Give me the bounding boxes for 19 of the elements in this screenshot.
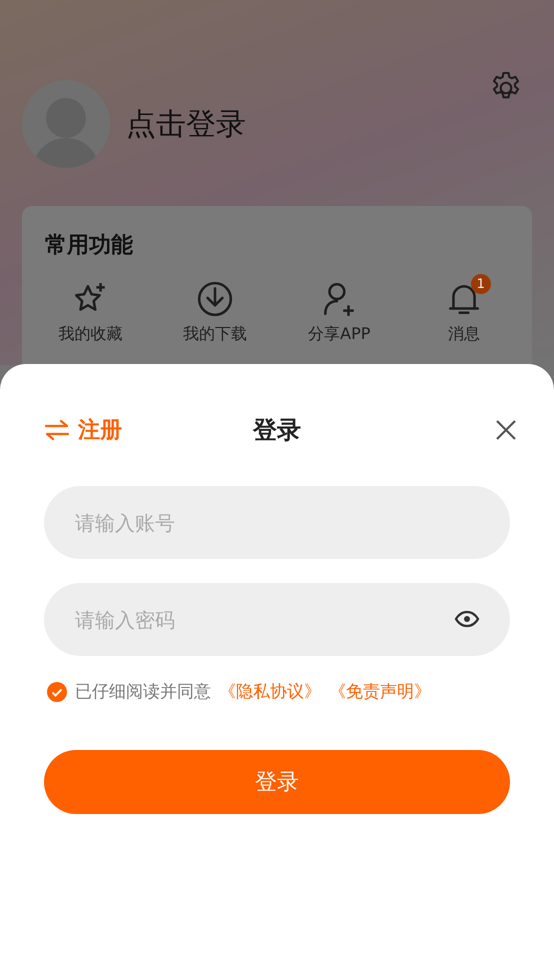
section-title: 常用功能	[45, 232, 134, 260]
agreement-text: 已仔细阅读并同意	[75, 681, 211, 703]
feature-label[interactable]: 我的收藏	[58, 324, 122, 345]
download-icon	[196, 280, 234, 318]
swap-icon	[44, 418, 70, 442]
policy-link[interactable]: 《免责声明》	[329, 680, 431, 703]
password-field[interactable]: 请输入密码	[44, 583, 510, 656]
login-prompt[interactable]: 点击登录	[126, 104, 246, 144]
login-button[interactable]: 登录	[44, 750, 510, 814]
agree-checkbox[interactable]	[47, 682, 67, 702]
policy-link[interactable]: 《隐私协议》	[219, 680, 321, 703]
notification-badge: 1	[470, 274, 491, 294]
feature-label[interactable]: 消息	[448, 324, 480, 345]
feature-label[interactable]: 我的下载	[182, 324, 247, 345]
close-icon[interactable]	[494, 418, 518, 442]
account-field[interactable]: 请输入账号	[44, 486, 510, 559]
register-link[interactable]: 注册	[44, 415, 122, 445]
feature-label[interactable]: 分享APP	[308, 324, 370, 345]
sheet-title: 登录	[253, 415, 301, 446]
